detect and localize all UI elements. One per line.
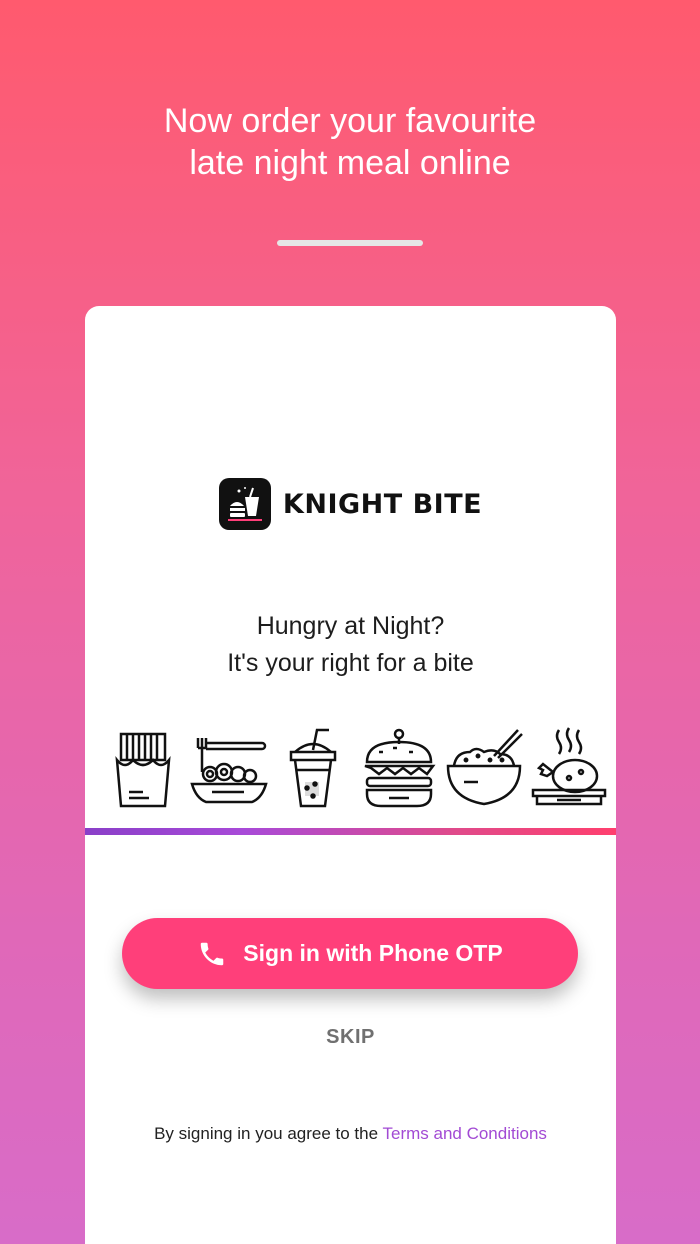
tagline: Hungry at Night? It's your right for a b… — [85, 608, 616, 682]
brand-logo: KNIGHT BITE — [85, 478, 616, 530]
headline-line-1: Now order your favourite — [163, 102, 537, 140]
burger-icon — [364, 728, 436, 808]
tagline-line-1: Hungry at Night? — [256, 612, 445, 640]
gradient-divider — [85, 828, 616, 835]
brand-name: KNIGHT BITE — [282, 488, 483, 520]
rice-bowl-icon — [446, 729, 523, 806]
fast-food-icon — [218, 478, 271, 530]
login-card: KNIGHT BITE Hungry at Night? It's your r… — [85, 306, 616, 1244]
noodles-icon — [190, 738, 268, 804]
headline-line-2: late night meal online — [189, 144, 511, 182]
food-icons-row — [103, 726, 609, 808]
tagline-line-2: It's your right for a bite — [227, 649, 474, 677]
roast-chicken-icon — [531, 727, 607, 806]
skip-button[interactable]: SKIP — [85, 1026, 616, 1049]
fries-icon — [115, 732, 171, 808]
sign-in-phone-otp-button[interactable]: Sign in with Phone OTP — [122, 918, 578, 989]
page-indicator — [277, 240, 423, 246]
sign-in-label: Sign in with Phone OTP — [243, 940, 503, 966]
terms-link[interactable]: Terms and Conditions — [382, 1124, 546, 1143]
drink-icon — [290, 728, 337, 808]
terms-prefix: By signing in you agree to the — [154, 1124, 383, 1143]
terms-text: By signing in you agree to the Terms and… — [85, 1124, 616, 1144]
headline: Now order your favourite late night meal… — [0, 100, 700, 184]
phone-icon — [201, 942, 224, 965]
